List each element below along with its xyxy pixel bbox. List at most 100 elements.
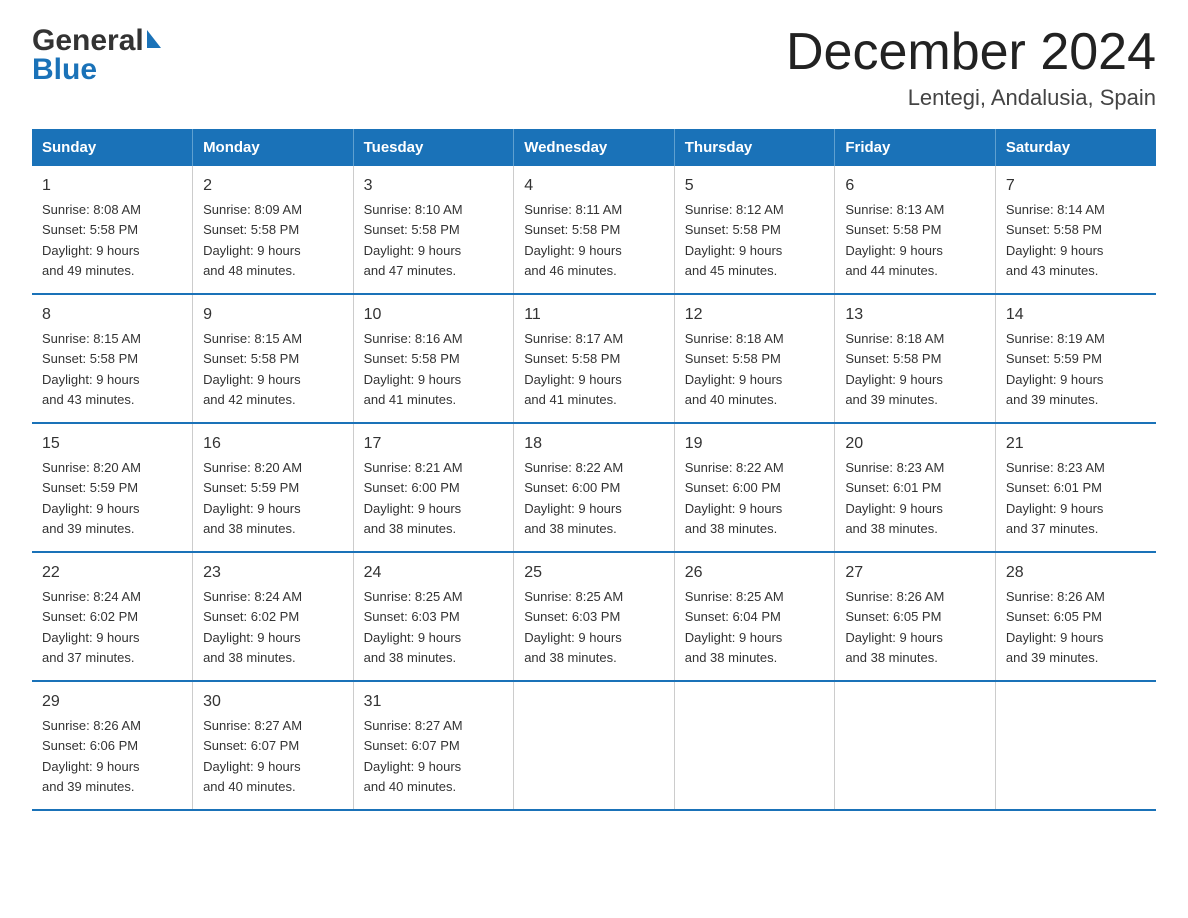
day-info: Sunrise: 8:24 AMSunset: 6:02 PMDaylight:… (203, 589, 302, 665)
calendar-cell: 7 Sunrise: 8:14 AMSunset: 5:58 PMDaylight… (995, 166, 1156, 294)
calendar-cell: 3 Sunrise: 8:10 AMSunset: 5:58 PMDaylight… (353, 166, 514, 294)
day-number: 19 (685, 432, 825, 456)
day-info: Sunrise: 8:08 AMSunset: 5:58 PMDaylight:… (42, 202, 141, 278)
day-number: 30 (203, 690, 343, 714)
day-number: 18 (524, 432, 664, 456)
calendar-cell: 5Sunrise: 8:12 AMSunset: 5:58 PMDaylight… (674, 166, 835, 294)
calendar-cell: 14 Sunrise: 8:19 AMSunset: 5:59 PMDayligh… (995, 294, 1156, 423)
weekday-header-row: SundayMondayTuesdayWednesdayThursdayFrid… (32, 129, 1156, 166)
day-info: Sunrise: 8:25 AMSunset: 6:03 PMDaylight:… (364, 589, 463, 665)
day-number: 6 (845, 174, 985, 198)
day-info: Sunrise: 8:21 AMSunset: 6:00 PMDaylight:… (364, 460, 463, 536)
day-info: Sunrise: 8:25 AMSunset: 6:04 PMDaylight:… (685, 589, 784, 665)
day-info: Sunrise: 8:27 AMSunset: 6:07 PMDaylight:… (364, 718, 463, 794)
day-info: Sunrise: 8:15 AMSunset: 5:58 PMDaylight:… (203, 331, 302, 407)
day-number: 17 (364, 432, 504, 456)
day-info: Sunrise: 8:26 AMSunset: 6:06 PMDaylight:… (42, 718, 141, 794)
day-number: 26 (685, 561, 825, 585)
calendar-cell: 28 Sunrise: 8:26 AMSunset: 6:05 PMDayligh… (995, 552, 1156, 681)
weekday-header-wednesday: Wednesday (514, 129, 675, 166)
day-info: Sunrise: 8:22 AMSunset: 6:00 PMDaylight:… (685, 460, 784, 536)
calendar-cell: 23 Sunrise: 8:24 AMSunset: 6:02 PMDayligh… (193, 552, 354, 681)
weekday-header-friday: Friday (835, 129, 996, 166)
calendar-week-row: 8 Sunrise: 8:15 AMSunset: 5:58 PMDaylight… (32, 294, 1156, 423)
day-info: Sunrise: 8:20 AMSunset: 5:59 PMDaylight:… (203, 460, 302, 536)
day-info: Sunrise: 8:18 AMSunset: 5:58 PMDaylight:… (685, 331, 784, 407)
calendar-cell: 26 Sunrise: 8:25 AMSunset: 6:04 PMDayligh… (674, 552, 835, 681)
day-info: Sunrise: 8:18 AMSunset: 5:58 PMDaylight:… (845, 331, 944, 407)
day-number: 7 (1006, 174, 1146, 198)
calendar-cell: 31 Sunrise: 8:27 AMSunset: 6:07 PMDayligh… (353, 681, 514, 810)
day-number: 27 (845, 561, 985, 585)
logo: General Blue (32, 24, 161, 86)
day-info: Sunrise: 8:19 AMSunset: 5:59 PMDaylight:… (1006, 331, 1105, 407)
day-info: Sunrise: 8:27 AMSunset: 6:07 PMDaylight:… (203, 718, 302, 794)
day-number: 14 (1006, 303, 1146, 327)
day-number: 23 (203, 561, 343, 585)
calendar-cell: 25Sunrise: 8:25 AMSunset: 6:03 PMDayligh… (514, 552, 675, 681)
calendar-week-row: 29 Sunrise: 8:26 AMSunset: 6:06 PMDayligh… (32, 681, 1156, 810)
calendar-cell: 9 Sunrise: 8:15 AMSunset: 5:58 PMDaylight… (193, 294, 354, 423)
calendar-cell: 12 Sunrise: 8:18 AMSunset: 5:58 PMDayligh… (674, 294, 835, 423)
calendar-cell: 21Sunrise: 8:23 AMSunset: 6:01 PMDayligh… (995, 423, 1156, 552)
calendar-cell: 18Sunrise: 8:22 AMSunset: 6:00 PMDayligh… (514, 423, 675, 552)
weekday-header-saturday: Saturday (995, 129, 1156, 166)
day-number: 8 (42, 303, 182, 327)
calendar-cell: 13Sunrise: 8:18 AMSunset: 5:58 PMDayligh… (835, 294, 996, 423)
calendar-week-row: 1 Sunrise: 8:08 AMSunset: 5:58 PMDaylight… (32, 166, 1156, 294)
calendar-week-row: 15 Sunrise: 8:20 AMSunset: 5:59 PMDayligh… (32, 423, 1156, 552)
day-number: 2 (203, 174, 343, 198)
calendar-cell: 15 Sunrise: 8:20 AMSunset: 5:59 PMDayligh… (32, 423, 193, 552)
day-number: 25 (524, 561, 664, 585)
day-number: 12 (685, 303, 825, 327)
day-info: Sunrise: 8:24 AMSunset: 6:02 PMDaylight:… (42, 589, 141, 665)
day-number: 29 (42, 690, 182, 714)
logo-blue-text: Blue (32, 53, 161, 86)
day-info: Sunrise: 8:10 AMSunset: 5:58 PMDaylight:… (364, 202, 463, 278)
weekday-header-monday: Monday (193, 129, 354, 166)
calendar-title: December 2024 (786, 24, 1156, 81)
day-number: 28 (1006, 561, 1146, 585)
calendar-cell (674, 681, 835, 810)
day-info: Sunrise: 8:14 AMSunset: 5:58 PMDaylight:… (1006, 202, 1105, 278)
calendar-cell: 27 Sunrise: 8:26 AMSunset: 6:05 PMDayligh… (835, 552, 996, 681)
day-number: 1 (42, 174, 182, 198)
weekday-header-tuesday: Tuesday (353, 129, 514, 166)
weekday-header-sunday: Sunday (32, 129, 193, 166)
calendar-cell: 11Sunrise: 8:17 AMSunset: 5:58 PMDayligh… (514, 294, 675, 423)
calendar-cell: 1 Sunrise: 8:08 AMSunset: 5:58 PMDaylight… (32, 166, 193, 294)
day-number: 4 (524, 174, 664, 198)
day-info: Sunrise: 8:11 AMSunset: 5:58 PMDaylight:… (524, 202, 622, 278)
day-info: Sunrise: 8:16 AMSunset: 5:58 PMDaylight:… (364, 331, 463, 407)
weekday-header-thursday: Thursday (674, 129, 835, 166)
calendar-cell: 24Sunrise: 8:25 AMSunset: 6:03 PMDayligh… (353, 552, 514, 681)
calendar-cell: 17 Sunrise: 8:21 AMSunset: 6:00 PMDayligh… (353, 423, 514, 552)
day-number: 15 (42, 432, 182, 456)
calendar-cell (514, 681, 675, 810)
day-number: 31 (364, 690, 504, 714)
calendar-cell: 2Sunrise: 8:09 AMSunset: 5:58 PMDaylight… (193, 166, 354, 294)
day-number: 20 (845, 432, 985, 456)
calendar-cell: 29 Sunrise: 8:26 AMSunset: 6:06 PMDayligh… (32, 681, 193, 810)
calendar-cell: 22Sunrise: 8:24 AMSunset: 6:02 PMDayligh… (32, 552, 193, 681)
day-info: Sunrise: 8:26 AMSunset: 6:05 PMDaylight:… (845, 589, 944, 665)
day-info: Sunrise: 8:15 AMSunset: 5:58 PMDaylight:… (42, 331, 141, 407)
calendar-cell: 4 Sunrise: 8:11 AMSunset: 5:58 PMDaylight… (514, 166, 675, 294)
day-info: Sunrise: 8:26 AMSunset: 6:05 PMDaylight:… (1006, 589, 1105, 665)
calendar-header: SundayMondayTuesdayWednesdayThursdayFrid… (32, 129, 1156, 166)
day-info: Sunrise: 8:20 AMSunset: 5:59 PMDaylight:… (42, 460, 141, 536)
calendar-cell (835, 681, 996, 810)
day-info: Sunrise: 8:13 AMSunset: 5:58 PMDaylight:… (845, 202, 944, 278)
day-number: 3 (364, 174, 504, 198)
day-number: 11 (524, 303, 664, 327)
day-number: 16 (203, 432, 343, 456)
title-block: December 2024 Lentegi, Andalusia, Spain (786, 24, 1156, 111)
calendar-week-row: 22Sunrise: 8:24 AMSunset: 6:02 PMDayligh… (32, 552, 1156, 681)
calendar-cell: 16 Sunrise: 8:20 AMSunset: 5:59 PMDayligh… (193, 423, 354, 552)
calendar-cell: 30 Sunrise: 8:27 AMSunset: 6:07 PMDayligh… (193, 681, 354, 810)
calendar-cell: 10Sunrise: 8:16 AMSunset: 5:58 PMDayligh… (353, 294, 514, 423)
calendar-cell (995, 681, 1156, 810)
calendar-cell: 8 Sunrise: 8:15 AMSunset: 5:58 PMDaylight… (32, 294, 193, 423)
page-header: General Blue December 2024 Lentegi, Anda… (32, 24, 1156, 111)
day-number: 9 (203, 303, 343, 327)
